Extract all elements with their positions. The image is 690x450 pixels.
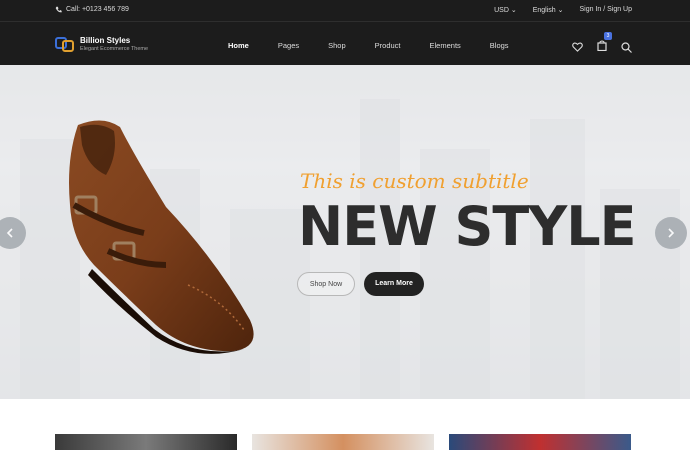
logo[interactable]: Billion Styles Elegant Ecommerce Theme	[55, 35, 148, 53]
signin-link[interactable]: Sign In / Sign Up	[579, 6, 632, 14]
category-banner[interactable]	[449, 434, 631, 450]
currency-select[interactable]: USD	[494, 6, 517, 14]
next-slide-button[interactable]	[655, 217, 687, 249]
prev-slide-button[interactable]	[0, 217, 26, 249]
phone-icon	[55, 6, 62, 13]
hero-headline: NEW STYLE	[298, 195, 637, 258]
menu-item-home[interactable]: Home	[228, 41, 249, 50]
call-text: Call: +0123 456 789	[66, 6, 129, 13]
brand-name: Billion Styles	[80, 36, 131, 45]
chevron-left-icon	[6, 228, 13, 238]
shop-now-button[interactable]: Shop Now	[297, 272, 355, 296]
logo-icon	[55, 35, 75, 53]
menu-item-blogs[interactable]: Blogs	[490, 41, 509, 50]
bag-icon	[597, 40, 607, 52]
menu-item-shop[interactable]: Shop	[328, 41, 346, 50]
menu-item-pages[interactable]: Pages	[278, 41, 299, 50]
category-banner[interactable]	[55, 434, 237, 450]
cart-count-badge: 3	[604, 32, 612, 40]
top-bar: Call: +0123 456 789 USD English Sign In …	[0, 0, 690, 22]
cart-button[interactable]: 3	[597, 32, 612, 56]
hero-slider: This is custom subtitle NEW STYLE Shop N…	[0, 65, 690, 399]
menu: Home Pages Shop Product Elements Blogs	[228, 41, 538, 50]
brand-tagline: Elegant Ecommerce Theme	[80, 46, 149, 52]
language-select[interactable]: English	[533, 6, 564, 14]
call-info: Call: +0123 456 789	[55, 6, 129, 13]
site-header: Call: +0123 456 789 USD English Sign In …	[0, 0, 690, 65]
heart-icon[interactable]	[572, 42, 583, 52]
category-banners	[0, 434, 690, 450]
main-nav: Billion Styles Elegant Ecommerce Theme H…	[0, 23, 690, 65]
category-banner[interactable]	[252, 434, 434, 450]
hero-subtitle: This is custom subtitle	[300, 169, 529, 193]
chevron-right-icon	[668, 228, 675, 238]
menu-item-elements[interactable]: Elements	[430, 41, 461, 50]
shoe-image	[69, 120, 254, 354]
menu-item-product[interactable]: Product	[375, 41, 401, 50]
learn-more-button[interactable]: Learn More	[364, 272, 424, 296]
search-icon[interactable]	[621, 41, 632, 53]
